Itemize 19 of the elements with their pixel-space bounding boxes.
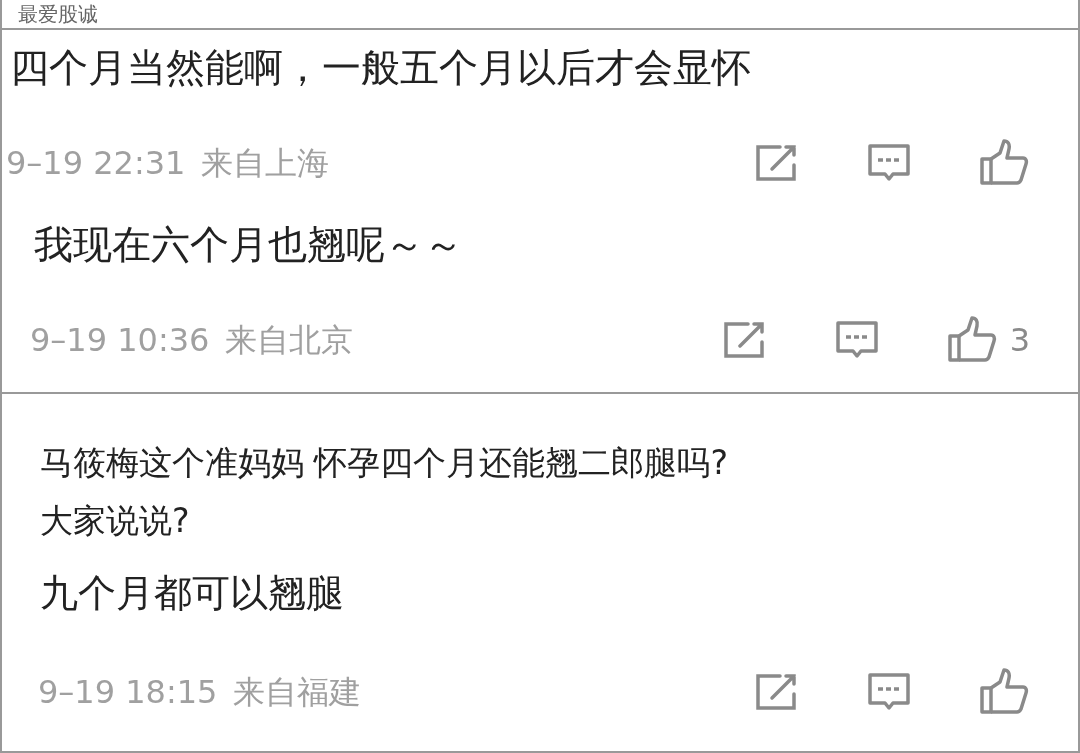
question-text: 大家说说? — [39, 500, 191, 542]
comment-author[interactable]: 最爱股诚 — [2, 0, 1078, 30]
thumbs-up-icon[interactable] — [978, 667, 1030, 716]
thumbs-up-icon[interactable] — [945, 315, 998, 364]
comment-icon[interactable] — [833, 318, 880, 361]
comment-icon[interactable] — [866, 141, 912, 184]
comment-time: 9–19 18:15 — [38, 671, 218, 713]
question-text: 马筱梅这个准妈妈 怀孕四个月还能翘二郎腿吗? — [39, 442, 729, 484]
comment-time: 9–19 22:31 — [6, 142, 186, 184]
like-count: 3 — [1009, 319, 1030, 361]
comment-time: 9–19 10:36 — [30, 319, 210, 361]
answer-text: 九个月都可以翘腿 — [39, 570, 345, 617]
reply-text: 我现在六个月也翘呢～～ — [33, 220, 464, 269]
thumbs-up-icon[interactable] — [978, 138, 1030, 187]
comment-location: 来自上海 — [201, 142, 330, 184]
comment-location: 来自福建 — [233, 671, 362, 713]
comment-text: 四个月当然能啊，一般五个月以后才会显怀 — [9, 44, 752, 92]
comment-location: 来自北京 — [225, 319, 354, 361]
comment-icon[interactable] — [866, 670, 912, 713]
